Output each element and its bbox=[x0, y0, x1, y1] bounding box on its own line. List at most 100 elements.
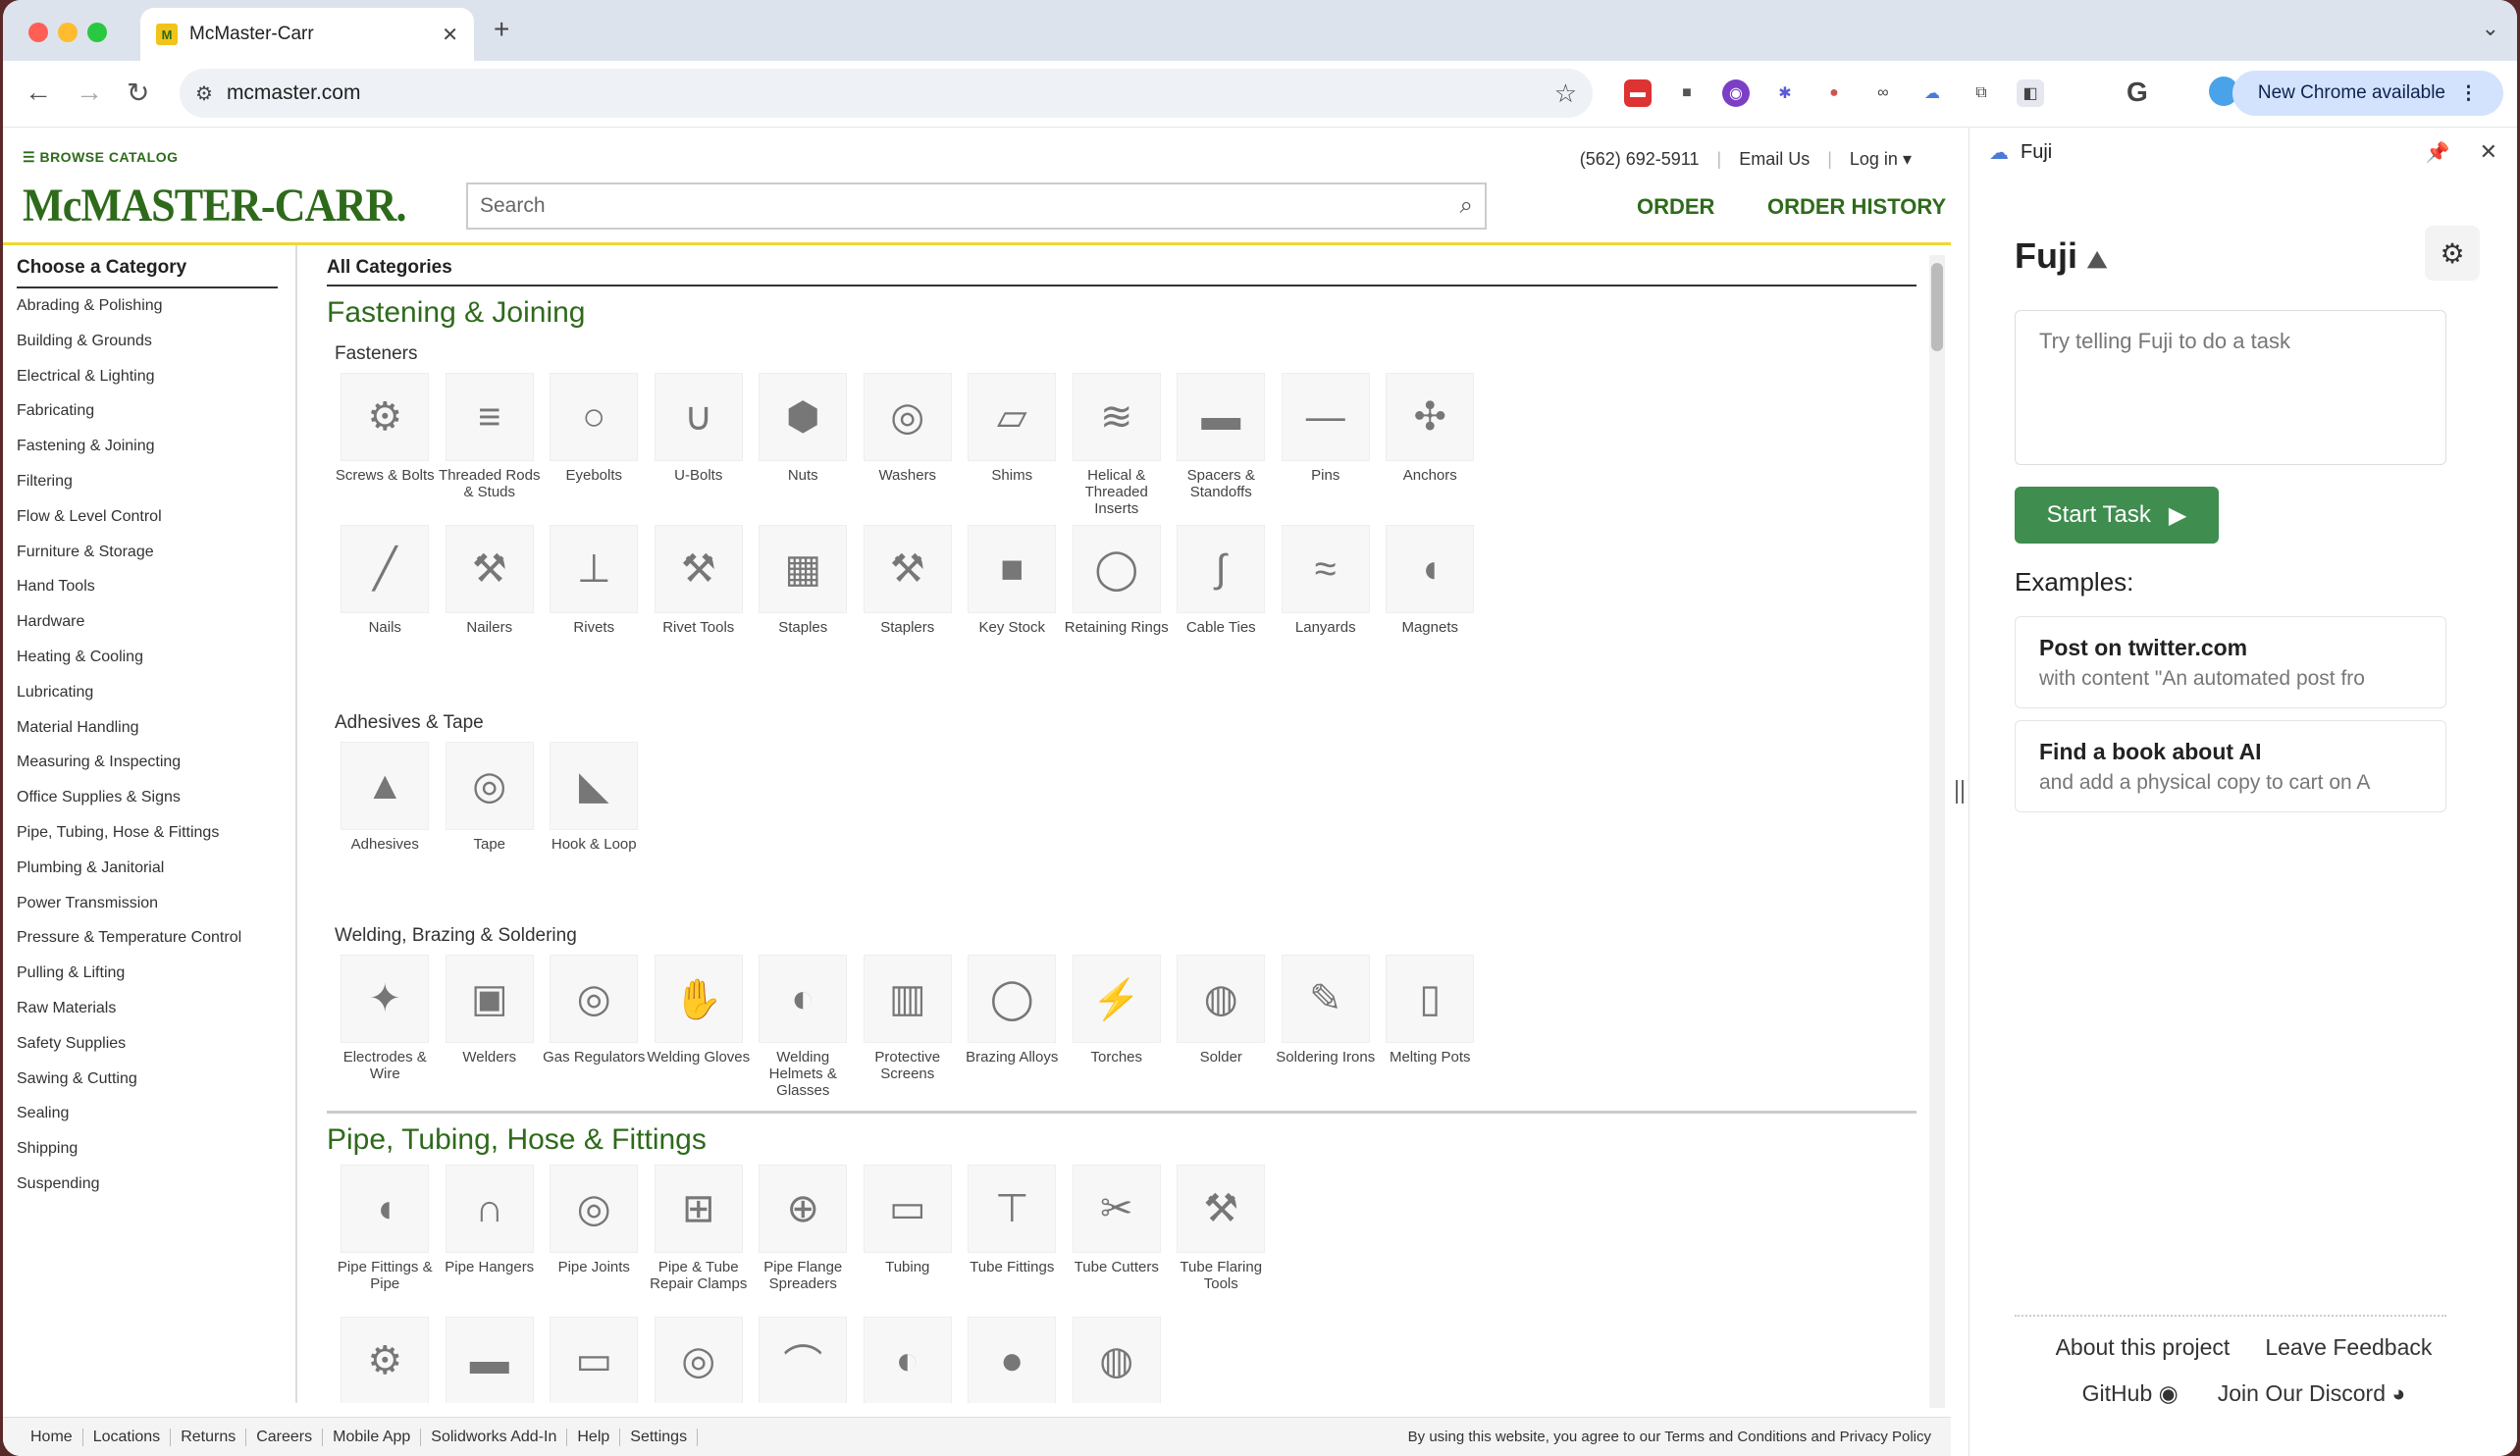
palette-extension-icon[interactable]: ● bbox=[1820, 79, 1848, 107]
product-thumbnail[interactable]: ⚙ bbox=[341, 1317, 430, 1403]
product-label[interactable]: Hook & Loop bbox=[542, 836, 647, 886]
email-us-link[interactable]: Email Us bbox=[1739, 149, 1810, 170]
product-label[interactable]: Tube Flaring Tools bbox=[1169, 1259, 1274, 1309]
product-tile[interactable]: ▯ Melting Pots bbox=[1378, 955, 1483, 1099]
category-link[interactable]: Hardware bbox=[3, 604, 295, 640]
extension-red-icon[interactable]: ▬ bbox=[1624, 79, 1652, 107]
tab-search-chevron-icon[interactable]: ⌄ bbox=[2482, 16, 2499, 41]
product-tile[interactable]: ≈ Lanyards bbox=[1274, 525, 1379, 669]
close-tab-icon[interactable]: ✕ bbox=[442, 23, 458, 47]
github-link[interactable]: GitHub ◉ bbox=[2082, 1380, 2179, 1407]
login-link[interactable]: Log in ▾ bbox=[1850, 149, 1912, 170]
product-thumbnail[interactable]: ▥ bbox=[863, 955, 952, 1043]
product-thumbnail[interactable]: ✦ bbox=[341, 955, 430, 1043]
product-thumbnail[interactable]: ▭ bbox=[550, 1317, 639, 1403]
video-extension-icon[interactable]: ■ bbox=[1673, 79, 1701, 107]
category-link[interactable]: Hand Tools bbox=[3, 569, 295, 604]
product-tile[interactable]: ◖ Magnets bbox=[1378, 525, 1483, 669]
category-link[interactable]: Fabricating bbox=[3, 393, 295, 429]
product-thumbnail[interactable]: ⌒ bbox=[759, 1317, 848, 1403]
product-thumbnail[interactable]: ✎ bbox=[1281, 955, 1370, 1043]
product-tile[interactable]: ◖ Pipe Fittings & Pipe bbox=[333, 1165, 438, 1309]
product-tile[interactable]: ⚒ Nailers bbox=[438, 525, 543, 669]
product-tile[interactable]: ✂ Tube Cutters bbox=[1065, 1165, 1170, 1309]
category-link[interactable]: Office Supplies & Signs bbox=[3, 780, 295, 815]
subsection-heading[interactable]: Adhesives & Tape bbox=[335, 712, 1916, 734]
bookmark-star-icon[interactable]: ☆ bbox=[1554, 78, 1577, 109]
product-thumbnail[interactable]: ╱ bbox=[341, 525, 430, 613]
product-tile[interactable]: ∩ Pipe Hangers bbox=[438, 1165, 543, 1309]
product-label[interactable]: Welders bbox=[438, 1049, 543, 1099]
product-label[interactable]: Rivets bbox=[542, 619, 647, 669]
product-thumbnail[interactable]: ⚡ bbox=[1072, 955, 1161, 1043]
product-label[interactable]: Cable Ties bbox=[1169, 619, 1274, 669]
product-thumbnail[interactable]: ◍ bbox=[1072, 1317, 1161, 1403]
category-link[interactable]: Furniture & Storage bbox=[3, 535, 295, 570]
site-search-input[interactable]: Search ⌕ bbox=[466, 182, 1487, 230]
product-label[interactable]: Pipe Fittings & Pipe bbox=[333, 1259, 438, 1309]
product-label[interactable]: Tubing bbox=[856, 1259, 961, 1309]
product-label[interactable]: Pins bbox=[1274, 467, 1379, 517]
product-thumbnail[interactable]: ◍ bbox=[1177, 955, 1266, 1043]
product-label[interactable]: Helical & Threaded Inserts bbox=[1065, 467, 1170, 517]
product-thumbnail[interactable]: ▭ bbox=[863, 1165, 952, 1253]
product-thumbnail[interactable]: ◎ bbox=[550, 1165, 639, 1253]
product-tile[interactable]: ∪ U-Bolts bbox=[647, 373, 752, 517]
category-link[interactable]: Building & Grounds bbox=[3, 324, 295, 359]
product-tile[interactable]: ◐ Welding Helmets & Glasses bbox=[751, 955, 856, 1099]
badge-extension-icon[interactable]: ✱ bbox=[1771, 79, 1799, 107]
product-thumbnail[interactable]: ≋ bbox=[1072, 373, 1161, 461]
product-label[interactable]: Staplers bbox=[856, 619, 961, 669]
product-thumbnail[interactable]: ▣ bbox=[445, 955, 534, 1043]
product-thumbnail[interactable]: — bbox=[1281, 373, 1370, 461]
product-label[interactable]: Spacers & Standoffs bbox=[1169, 467, 1274, 517]
product-thumbnail[interactable]: ∩ bbox=[445, 1165, 534, 1253]
section-heading[interactable]: Pipe, Tubing, Hose & Fittings bbox=[327, 1123, 1916, 1157]
address-bar[interactable]: ⚙ mcmaster.com ☆ bbox=[180, 69, 1593, 118]
product-label[interactable]: Tape bbox=[438, 836, 543, 886]
category-link[interactable]: Power Transmission bbox=[3, 886, 295, 921]
product-thumbnail[interactable]: ◎ bbox=[654, 1317, 743, 1403]
product-tile[interactable]: ╱ Nails bbox=[333, 525, 438, 669]
start-task-button[interactable]: Start Task ▶ bbox=[2015, 487, 2219, 544]
product-label[interactable]: Retaining Rings bbox=[1065, 619, 1170, 669]
mcmaster-logo[interactable]: McMASTER-CARR. bbox=[23, 179, 407, 233]
product-tile[interactable]: ◎ Tape bbox=[438, 742, 543, 886]
category-link[interactable]: Filtering bbox=[3, 464, 295, 499]
product-tile[interactable]: ◯ Brazing Alloys bbox=[960, 955, 1065, 1099]
product-thumbnail[interactable]: ∪ bbox=[654, 373, 743, 461]
product-thumbnail[interactable]: ⚒ bbox=[1177, 1165, 1266, 1253]
product-label[interactable]: Nuts bbox=[751, 467, 856, 517]
example-card[interactable]: Find a book about AI and add a physical … bbox=[2015, 720, 2446, 812]
product-label[interactable]: Threaded Rods & Studs bbox=[438, 467, 543, 517]
product-thumbnail[interactable]: ▬ bbox=[1177, 373, 1266, 461]
example-card[interactable]: Post on twitter.com with content "An aut… bbox=[2015, 616, 2446, 708]
product-label[interactable]: Screws & Bolts bbox=[333, 467, 438, 517]
footer-link[interactable]: Help bbox=[567, 1428, 621, 1446]
product-tile[interactable]: ≡ Threaded Rods & Studs bbox=[438, 373, 543, 517]
product-label[interactable]: Soldering Irons bbox=[1274, 1049, 1379, 1099]
category-link[interactable]: Material Handling bbox=[3, 710, 295, 746]
order-history-link[interactable]: ORDER HISTORY bbox=[1767, 194, 1946, 220]
product-label[interactable]: Welding Gloves bbox=[647, 1049, 752, 1099]
category-link[interactable]: Sawing & Cutting bbox=[3, 1062, 295, 1097]
product-tile[interactable]: ✦ Electrodes & Wire bbox=[333, 955, 438, 1099]
close-panel-icon[interactable]: ✕ bbox=[2480, 139, 2497, 165]
search-icon[interactable]: ⌕ bbox=[1460, 192, 1473, 220]
task-input[interactable]: Try telling Fuji to do a task bbox=[2015, 310, 2446, 465]
product-tile[interactable]: ⚙ Screws & Bolts bbox=[333, 373, 438, 517]
product-thumbnail[interactable]: ◣ bbox=[550, 742, 639, 830]
about-project-link[interactable]: About this project bbox=[2056, 1334, 2231, 1361]
page-scrollbar[interactable] bbox=[1929, 255, 1945, 1408]
product-thumbnail[interactable]: ◎ bbox=[445, 742, 534, 830]
maximize-window-button[interactable] bbox=[87, 23, 107, 42]
product-label[interactable]: Key Stock bbox=[960, 619, 1065, 669]
product-label[interactable]: Brazing Alloys bbox=[960, 1049, 1065, 1099]
footer-link[interactable]: Returns bbox=[171, 1428, 247, 1446]
product-thumbnail[interactable]: ⬢ bbox=[759, 373, 848, 461]
product-thumbnail[interactable]: ✋ bbox=[654, 955, 743, 1043]
fuji-extension-icon[interactable]: ☁ bbox=[1918, 79, 1946, 107]
product-thumbnail[interactable]: ⊕ bbox=[759, 1165, 848, 1253]
browser-tab[interactable]: M McMaster-Carr ✕ bbox=[140, 8, 474, 61]
category-link[interactable]: Pipe, Tubing, Hose & Fittings bbox=[3, 815, 295, 851]
